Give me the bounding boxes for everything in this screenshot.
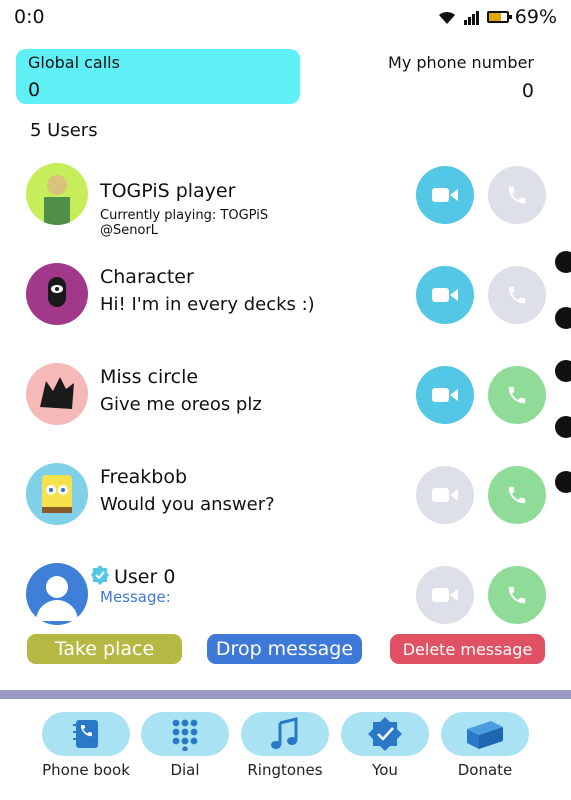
phone-call-button[interactable] bbox=[488, 166, 546, 224]
video-call-button[interactable] bbox=[416, 566, 474, 624]
video-camera-icon bbox=[432, 488, 458, 502]
phone-icon bbox=[508, 186, 526, 204]
nav-pill bbox=[241, 712, 329, 756]
nav-pill bbox=[141, 712, 229, 756]
avatar bbox=[26, 563, 88, 625]
users-count: 5 Users bbox=[30, 120, 98, 141]
verified-badge-icon bbox=[91, 565, 109, 585]
nav-ringtones[interactable]: Ringtones bbox=[230, 712, 340, 779]
drop-message-button[interactable]: Drop message bbox=[207, 634, 362, 664]
nav-donate[interactable]: Donate bbox=[430, 712, 540, 779]
user-row: Freakbob Would you answer? bbox=[0, 460, 571, 540]
video-call-button[interactable] bbox=[416, 266, 474, 324]
user-name: User 0 bbox=[114, 566, 176, 588]
status-indicators: 69% bbox=[437, 6, 557, 28]
music-note-icon bbox=[271, 717, 298, 749]
video-camera-icon bbox=[432, 588, 458, 602]
edge-dot bbox=[555, 416, 571, 438]
user-name: Freakbob bbox=[100, 466, 188, 488]
dial-pad-icon bbox=[172, 719, 198, 751]
user-message: Currently playing: TOGPiS @SenorL bbox=[100, 208, 269, 238]
nav-label: Ringtones bbox=[247, 761, 323, 779]
nav-label: Phone book bbox=[42, 761, 130, 779]
status-time: 0:0 bbox=[14, 6, 45, 28]
nav-pill bbox=[441, 712, 529, 756]
signal-icon bbox=[463, 11, 479, 25]
nav-dial[interactable]: Dial bbox=[130, 712, 240, 779]
video-camera-icon bbox=[432, 388, 458, 402]
edge-dot bbox=[555, 251, 571, 273]
video-camera-icon bbox=[432, 288, 458, 302]
edge-dot bbox=[555, 307, 571, 329]
user-row: Miss circle Give me oreos plz bbox=[0, 360, 571, 440]
battery-icon bbox=[486, 11, 512, 23]
user-name: TOGPiS player bbox=[100, 180, 236, 202]
nav-pill bbox=[42, 712, 130, 756]
divider bbox=[0, 690, 571, 699]
user-message: Message: bbox=[100, 588, 171, 606]
user-row: TOGPiS player Currently playing: TOGPiS … bbox=[0, 160, 571, 240]
phone-book-icon bbox=[73, 720, 98, 748]
phone-call-button[interactable] bbox=[488, 366, 546, 424]
phone-call-button[interactable] bbox=[488, 566, 546, 624]
global-calls-label: Global calls bbox=[28, 53, 120, 72]
wifi-icon bbox=[438, 11, 455, 24]
phone-icon bbox=[508, 486, 526, 504]
avatar bbox=[26, 463, 88, 525]
edge-dot bbox=[555, 360, 571, 382]
phone-icon bbox=[508, 586, 526, 604]
my-phone-value: 0 bbox=[521, 80, 534, 102]
avatar bbox=[26, 363, 88, 425]
user-row-self: User 0 Message: bbox=[0, 560, 571, 630]
battery-percent: 69% bbox=[514, 6, 557, 28]
edge-dot bbox=[555, 471, 571, 493]
nav-label: Dial bbox=[170, 761, 200, 779]
user-name: Character bbox=[100, 266, 194, 288]
donate-box-icon bbox=[467, 721, 503, 749]
user-message: Give me oreos plz bbox=[100, 394, 262, 415]
video-call-button[interactable] bbox=[416, 166, 474, 224]
user-message: Hi! I'm in every decks :) bbox=[100, 294, 315, 315]
nav-label: Donate bbox=[457, 761, 513, 779]
my-phone-label: My phone number bbox=[388, 53, 534, 72]
video-call-button[interactable] bbox=[416, 466, 474, 524]
avatar bbox=[26, 163, 88, 225]
video-camera-icon bbox=[432, 188, 458, 202]
nav-phone-book[interactable]: Phone book bbox=[31, 712, 141, 779]
nav-pill bbox=[341, 712, 429, 756]
phone-icon bbox=[508, 386, 526, 404]
video-call-button[interactable] bbox=[416, 366, 474, 424]
avatar bbox=[26, 263, 88, 325]
verified-badge-icon bbox=[368, 717, 402, 751]
nav-you[interactable]: You bbox=[330, 712, 440, 779]
user-message: Would you answer? bbox=[100, 494, 275, 515]
global-calls-value: 0 bbox=[28, 79, 41, 101]
phone-icon bbox=[508, 286, 526, 304]
phone-call-button[interactable] bbox=[488, 266, 546, 324]
user-row: Character Hi! I'm in every decks :) bbox=[0, 260, 571, 340]
take-place-button[interactable]: Take place bbox=[27, 634, 182, 664]
delete-message-button[interactable]: Delete message bbox=[390, 634, 545, 664]
nav-label: You bbox=[372, 761, 398, 779]
phone-call-button[interactable] bbox=[488, 466, 546, 524]
global-calls-card: Global calls 0 bbox=[16, 49, 300, 104]
user-name: Miss circle bbox=[100, 366, 199, 388]
